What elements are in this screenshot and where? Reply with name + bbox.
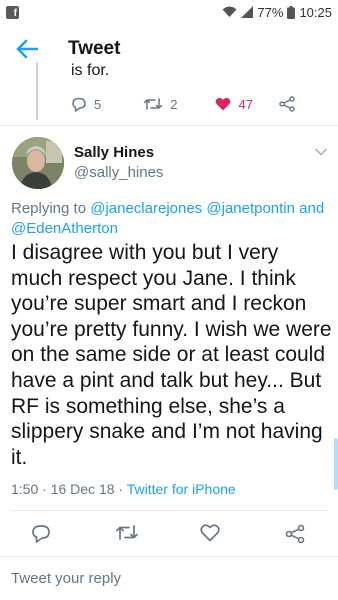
previous-tweet-actions: 5 2 47 (71, 96, 295, 112)
tweet-date: 16 Dec 18 (50, 481, 115, 497)
clock: 10:25 (299, 4, 332, 20)
retweet-icon (116, 525, 138, 540)
divider (11, 510, 327, 511)
previous-reply-count: 5 (94, 96, 102, 112)
tweet-meta: 1:50 · 16 Dec 18 · Twitter for iPhone (11, 481, 236, 497)
previous-share-button[interactable] (279, 96, 295, 112)
meta-separator: · (118, 481, 124, 497)
facebook-notification-icon: f (6, 5, 19, 19)
avatar-photo (12, 137, 64, 189)
previous-tweet[interactable]: is for. 5 2 47 (0, 62, 338, 120)
tweet-menu-button[interactable] (314, 144, 328, 162)
retweet-icon (143, 98, 163, 110)
replying-to-label: Replying to (11, 200, 87, 217)
reply-icon (32, 525, 50, 543)
share-icon (279, 96, 295, 112)
thread-line (36, 62, 38, 120)
page-title: Tweet (68, 38, 121, 59)
mention-link[interactable]: @janeclarejones (90, 200, 202, 217)
chevron-down-icon (315, 148, 327, 156)
scrollbar-thumb[interactable] (334, 438, 338, 490)
signal-icon (241, 6, 254, 18)
heart-icon (200, 524, 220, 542)
tweet-time: 1:50 (11, 481, 39, 497)
back-arrow-icon (16, 39, 38, 59)
status-bar: f 77% 10:25 (0, 0, 338, 24)
share-button[interactable] (285, 524, 305, 549)
heart-filled-icon (216, 97, 231, 111)
mention-link[interactable]: @janetpontin (206, 200, 295, 217)
divider (0, 125, 338, 126)
previous-retweet-button[interactable]: 2 (143, 97, 177, 112)
previous-like-button[interactable]: 47 (215, 96, 253, 112)
reply-bar[interactable]: Tweet your reply (0, 560, 338, 600)
wifi-icon (222, 6, 237, 17)
replying-to: Replying to @janeclarejones @janetpontin… (11, 199, 329, 239)
reply-input[interactable]: Tweet your reply (11, 570, 121, 587)
author-name[interactable]: Sally Hines (74, 144, 154, 161)
share-icon (285, 524, 305, 544)
battery-percent: 77% (257, 4, 284, 20)
mention-and: and (299, 200, 325, 217)
battery-icon (287, 5, 296, 19)
like-button[interactable] (200, 524, 220, 547)
mention-link[interactable]: @EdenAtherton (11, 220, 118, 237)
avatar[interactable] (12, 137, 64, 189)
previous-tweet-text: is for. (71, 62, 110, 79)
previous-reply-button[interactable]: 5 (71, 97, 101, 112)
tweet-source[interactable]: Twitter for iPhone (127, 481, 236, 497)
author-handle[interactable]: @sally_hines (74, 164, 163, 181)
meta-separator: · (42, 481, 47, 497)
reply-button[interactable] (31, 524, 51, 548)
tweet-actions (0, 514, 338, 554)
tweet-text: I disagree with you but I very much resp… (11, 241, 332, 469)
divider (0, 556, 338, 557)
retweet-button[interactable] (115, 524, 139, 546)
previous-retweet-count: 2 (170, 96, 178, 112)
previous-like-count: 47 (238, 96, 253, 112)
reply-icon (72, 97, 86, 112)
